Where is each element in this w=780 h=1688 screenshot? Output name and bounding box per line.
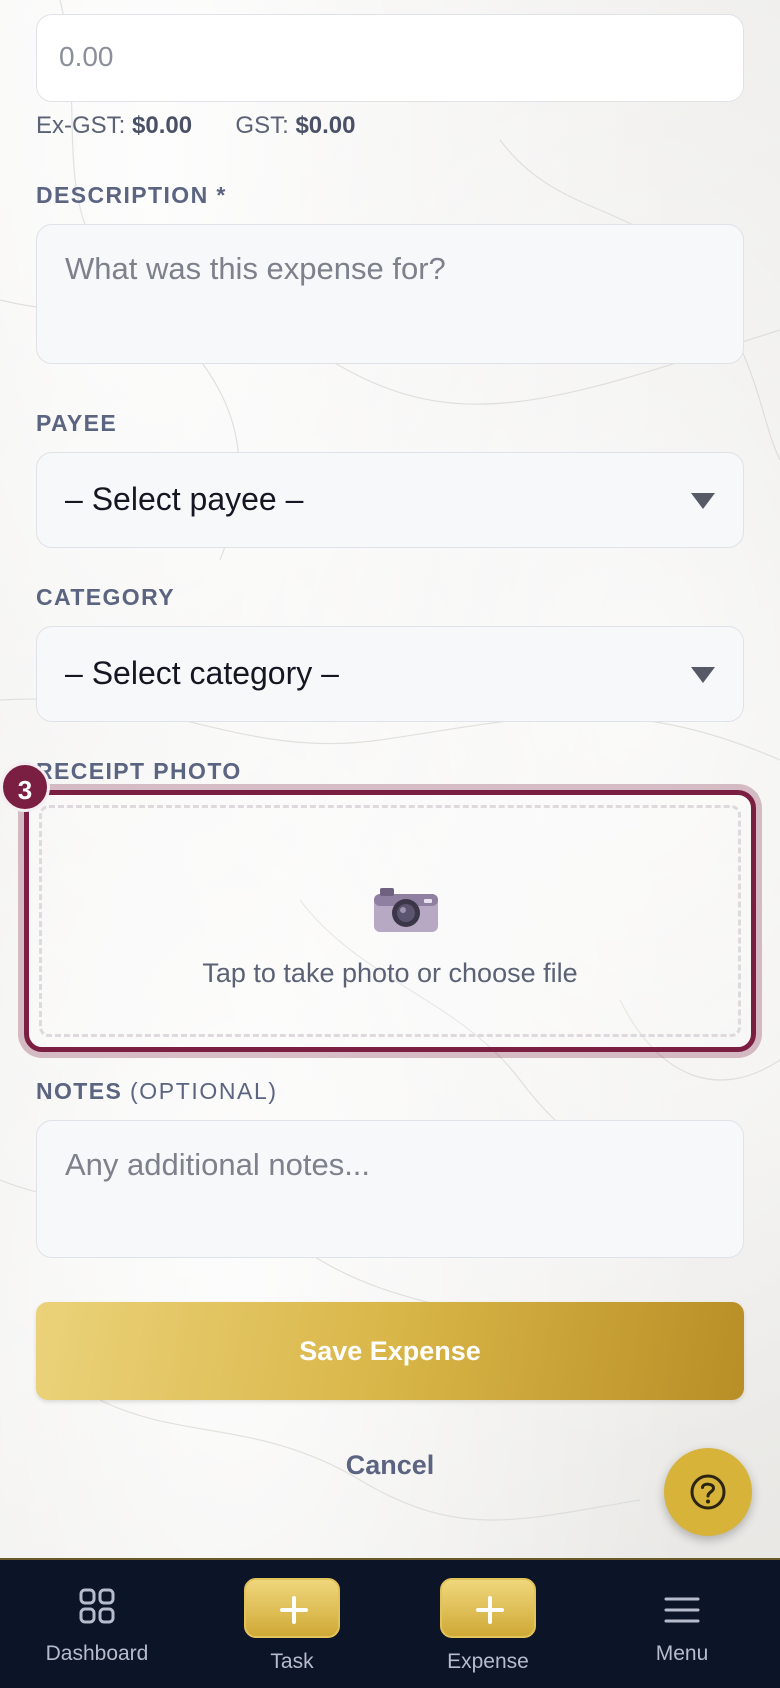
description-label: DESCRIPTION *: [36, 182, 227, 208]
notes-label: NOTES (OPTIONAL): [36, 1078, 278, 1105]
nav-item-expense[interactable]: Expense: [440, 1560, 536, 1688]
receipt-dashed-area: Tap to take photo or choose file: [39, 805, 741, 1037]
payee-label: PAYEE: [36, 410, 118, 436]
save-expense-button[interactable]: Save Expense: [36, 1302, 744, 1400]
category-label: CATEGORY: [36, 584, 175, 610]
nav-label-expense: Expense: [447, 1650, 529, 1673]
nav-item-menu[interactable]: Menu: [632, 1560, 732, 1688]
category-selected-value: – Select category –: [65, 655, 339, 691]
notes-textarea[interactable]: Any additional notes...: [36, 1120, 744, 1258]
plus-icon: [476, 1596, 504, 1624]
chevron-down-icon: [691, 667, 715, 683]
amount-placeholder: 0.00: [59, 41, 114, 72]
payee-selected-value: – Select payee –: [65, 481, 304, 517]
payee-select[interactable]: – Select payee –: [36, 452, 744, 548]
gst-summary: Ex-GST: $0.00 GST: $0.00: [36, 112, 356, 140]
gst-value: $0.00: [295, 112, 356, 139]
notes-optional-tag: (OPTIONAL): [130, 1078, 278, 1104]
category-select[interactable]: – Select category –: [36, 626, 744, 722]
receipt-photo-dropzone[interactable]: Tap to take photo or choose file: [24, 790, 756, 1052]
receipt-photo-label: RECEIPT PHOTO: [36, 758, 242, 784]
plus-icon: [280, 1596, 308, 1624]
bottom-nav: Dashboard Task Expense Menu: [0, 1558, 780, 1688]
nav-label-dashboard: Dashboard: [45, 1642, 149, 1665]
help-button[interactable]: [664, 1448, 752, 1536]
ex-gst-value: $0.00: [132, 112, 193, 139]
step-badge: 3: [0, 762, 50, 812]
notes-placeholder: Any additional notes...: [65, 1147, 371, 1182]
camera-icon: [374, 888, 438, 932]
chevron-down-icon: [691, 493, 715, 509]
ex-gst-label: Ex-GST:: [36, 112, 126, 139]
gst-label: GST:: [235, 112, 289, 139]
add-expense-button[interactable]: [440, 1578, 536, 1638]
receipt-prompt: Tap to take photo or choose file: [202, 958, 578, 988]
grid-icon: [79, 1588, 115, 1624]
nav-item-dashboard[interactable]: Dashboard: [27, 1560, 167, 1688]
notes-label-text: NOTES: [36, 1078, 123, 1104]
amount-input[interactable]: 0.00: [36, 14, 744, 102]
nav-label-menu: Menu: [655, 1642, 709, 1665]
add-task-button[interactable]: [244, 1578, 340, 1638]
nav-label-task: Task: [270, 1650, 314, 1673]
cancel-link[interactable]: Cancel: [0, 1450, 780, 1481]
description-placeholder: What was this expense for?: [65, 251, 446, 286]
nav-item-task[interactable]: Task: [244, 1560, 340, 1688]
question-icon: [690, 1474, 726, 1510]
hamburger-icon: [664, 1597, 700, 1623]
description-textarea[interactable]: What was this expense for?: [36, 224, 744, 364]
